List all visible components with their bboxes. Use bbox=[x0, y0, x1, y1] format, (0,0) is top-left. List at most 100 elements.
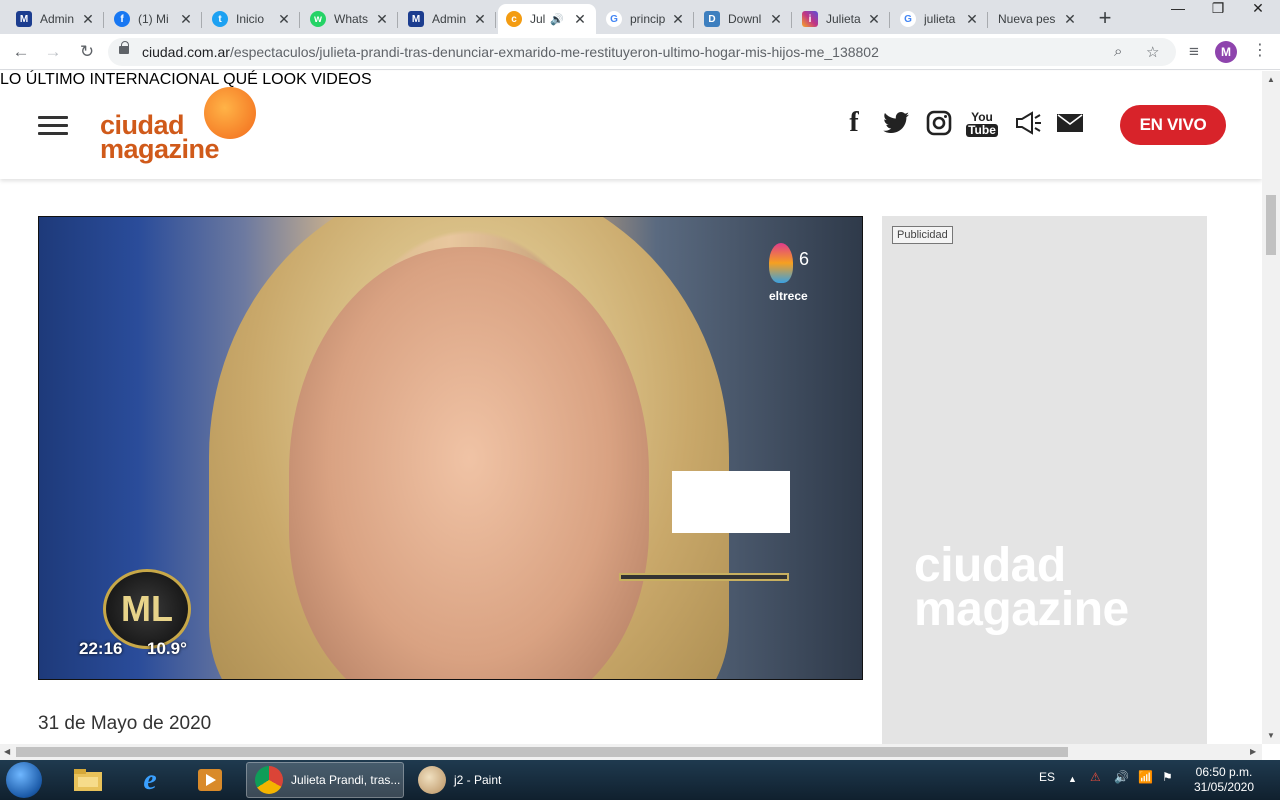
chrome-icon bbox=[255, 766, 283, 794]
browser-tab-active[interactable]: c Jul 🔊 ✕ bbox=[498, 4, 596, 34]
address-bar[interactable]: ciudad.com.ar/espectaculos/julieta-prand… bbox=[108, 38, 1176, 66]
hamburger-menu-icon[interactable] bbox=[38, 116, 68, 136]
tab-title: princip bbox=[630, 12, 666, 26]
task-title: j2 - Paint bbox=[454, 773, 502, 787]
speaker-icon[interactable]: 🔊 bbox=[550, 13, 564, 26]
url-text[interactable]: ciudad.com.ar/espectaculos/julieta-prand… bbox=[142, 44, 879, 60]
youtube-label-bottom: Tube bbox=[966, 123, 998, 137]
nav-que-look[interactable]: QUÉ LOOK bbox=[223, 71, 307, 88]
close-icon[interactable]: ✕ bbox=[768, 11, 784, 28]
mail-icon[interactable] bbox=[1056, 109, 1084, 137]
paint-icon bbox=[418, 766, 446, 794]
close-icon[interactable]: ✕ bbox=[1062, 11, 1078, 28]
tray-expand-icon[interactable]: ▲ bbox=[1068, 774, 1077, 784]
channel-name: eltrece bbox=[769, 289, 808, 303]
admin-favicon-icon: M bbox=[16, 11, 32, 27]
volume-icon[interactable]: 🔊 bbox=[1114, 770, 1129, 784]
vertical-scrollbar[interactable]: ▲ ▼ bbox=[1262, 71, 1280, 744]
start-button[interactable] bbox=[6, 762, 42, 798]
close-window-icon[interactable]: ✕ bbox=[1238, 0, 1278, 20]
network-icon[interactable]: 📶 bbox=[1138, 770, 1153, 784]
scroll-left-icon[interactable]: ◀ bbox=[4, 747, 10, 756]
ad-sidebar[interactable]: Publicidad ciudad magazine bbox=[882, 216, 1207, 746]
close-icon[interactable]: ✕ bbox=[374, 11, 390, 28]
taskbar-chrome-task[interactable]: Julieta Prandi, tras... bbox=[246, 762, 404, 798]
nav-lo-ultimo[interactable]: LO ÚLTIMO bbox=[0, 71, 85, 88]
site-header: ciudad magazine LO ÚLTIMO INTERNACIONAL … bbox=[0, 71, 1262, 179]
close-icon[interactable]: ✕ bbox=[670, 11, 686, 28]
browser-tab[interactable]: t Inicio ✕ bbox=[204, 4, 300, 34]
article-hero-video[interactable]: 6 eltrece ML 22:16 10.9° bbox=[38, 216, 863, 680]
instagram-favicon-icon: i bbox=[802, 11, 818, 27]
lower-third-bar bbox=[619, 573, 789, 581]
show-logo: ML bbox=[103, 569, 191, 649]
nav-videos[interactable]: VIDEOS bbox=[311, 71, 371, 88]
scroll-down-icon[interactable]: ▼ bbox=[1267, 731, 1275, 740]
overlay-temperature: 10.9° bbox=[147, 639, 187, 658]
url-path: /espectaculos/julieta-prandi-tras-denunc… bbox=[229, 44, 879, 60]
browser-tab[interactable]: M Admin ✕ bbox=[8, 4, 104, 34]
twitter-icon[interactable] bbox=[882, 109, 910, 137]
overlay-time: 22:16 bbox=[79, 639, 123, 658]
restore-icon[interactable]: ❐ bbox=[1198, 0, 1238, 20]
article-date: 31 de Mayo de 2020 bbox=[38, 713, 212, 734]
avatar[interactable]: M bbox=[1215, 41, 1237, 63]
security-alert-icon[interactable]: ⚠ bbox=[1090, 770, 1101, 784]
menu-dots-icon[interactable]: ⋮ bbox=[1252, 40, 1268, 60]
horizontal-scroll-thumb[interactable] bbox=[16, 747, 1068, 757]
facebook-icon[interactable]: f bbox=[840, 107, 868, 138]
live-button[interactable]: EN VIVO bbox=[1120, 105, 1226, 145]
close-icon[interactable]: ✕ bbox=[866, 11, 882, 28]
tab-title: Jul bbox=[530, 12, 546, 26]
internet-explorer-icon[interactable]: e bbox=[134, 763, 166, 796]
vertical-scroll-thumb[interactable] bbox=[1266, 195, 1276, 255]
new-tab-button[interactable]: + bbox=[1092, 6, 1118, 32]
site-logo[interactable]: ciudad magazine bbox=[100, 87, 260, 163]
star-icon[interactable]: ☆ bbox=[1146, 43, 1159, 61]
browser-tab[interactable]: G julieta ✕ bbox=[892, 4, 988, 34]
nav-internacional[interactable]: INTERNACIONAL bbox=[90, 71, 219, 88]
download-favicon-icon: D bbox=[704, 11, 720, 27]
megaphone-icon[interactable] bbox=[1010, 109, 1044, 137]
minimize-icon[interactable]: — bbox=[1158, 0, 1198, 20]
browser-tab[interactable]: Nueva pes ✕ bbox=[990, 4, 1086, 34]
browser-tab[interactable]: f (1) Mi ✕ bbox=[106, 4, 202, 34]
media-control-icon[interactable]: ≡ bbox=[1183, 41, 1205, 63]
back-arrow-icon[interactable]: ← bbox=[10, 41, 32, 63]
browser-tab[interactable]: M Admin ✕ bbox=[400, 4, 496, 34]
close-icon[interactable]: ✕ bbox=[178, 11, 194, 28]
logo-line2: magazine bbox=[100, 134, 220, 164]
file-explorer-icon[interactable] bbox=[72, 764, 104, 796]
task-title: Julieta Prandi, tras... bbox=[291, 773, 401, 787]
scroll-up-icon[interactable]: ▲ bbox=[1267, 75, 1275, 84]
language-indicator[interactable]: ES bbox=[1039, 770, 1055, 784]
eltrece-flower-icon bbox=[769, 243, 793, 283]
close-icon[interactable]: ✕ bbox=[276, 11, 292, 28]
close-icon[interactable]: ✕ bbox=[964, 11, 980, 28]
close-icon[interactable]: ✕ bbox=[572, 11, 588, 28]
taskbar-clock[interactable]: 06:50 p.m. 31/05/2020 bbox=[1186, 765, 1262, 795]
instagram-icon[interactable] bbox=[925, 109, 953, 137]
taskbar-paint-task[interactable]: j2 - Paint bbox=[410, 762, 566, 798]
tab-title: Downl bbox=[728, 12, 762, 26]
scroll-right-icon[interactable]: ▶ bbox=[1250, 747, 1256, 756]
forward-arrow-icon[interactable]: → bbox=[42, 41, 64, 63]
browser-tab[interactable]: i Julieta ✕ bbox=[794, 4, 890, 34]
tab-title: Admin bbox=[40, 12, 75, 26]
flag-icon[interactable]: ⚑ bbox=[1162, 770, 1173, 784]
youtube-icon[interactable]: You Tube bbox=[966, 107, 998, 141]
ciudad-favicon-icon: c bbox=[506, 11, 522, 27]
media-player-icon[interactable] bbox=[194, 764, 226, 796]
google-favicon-icon: G bbox=[900, 11, 916, 27]
horizontal-scrollbar[interactable]: ◀ ▶ bbox=[0, 744, 1262, 760]
close-icon[interactable]: ✕ bbox=[80, 11, 96, 28]
browser-toolbar: ← → ↻ ciudad.com.ar/espectaculos/julieta… bbox=[0, 34, 1280, 70]
browser-tab[interactable]: G princip ✕ bbox=[598, 4, 694, 34]
reload-icon[interactable]: ↻ bbox=[76, 41, 98, 63]
zoom-icon[interactable]: ⌕ bbox=[1114, 43, 1122, 60]
browser-tab[interactable]: w Whats ✕ bbox=[302, 4, 398, 34]
close-icon[interactable]: ✕ bbox=[472, 11, 488, 28]
browser-tab[interactable]: D Downl ✕ bbox=[696, 4, 792, 34]
channel-logo: 6 eltrece bbox=[757, 243, 827, 305]
redacted-box bbox=[672, 471, 790, 533]
